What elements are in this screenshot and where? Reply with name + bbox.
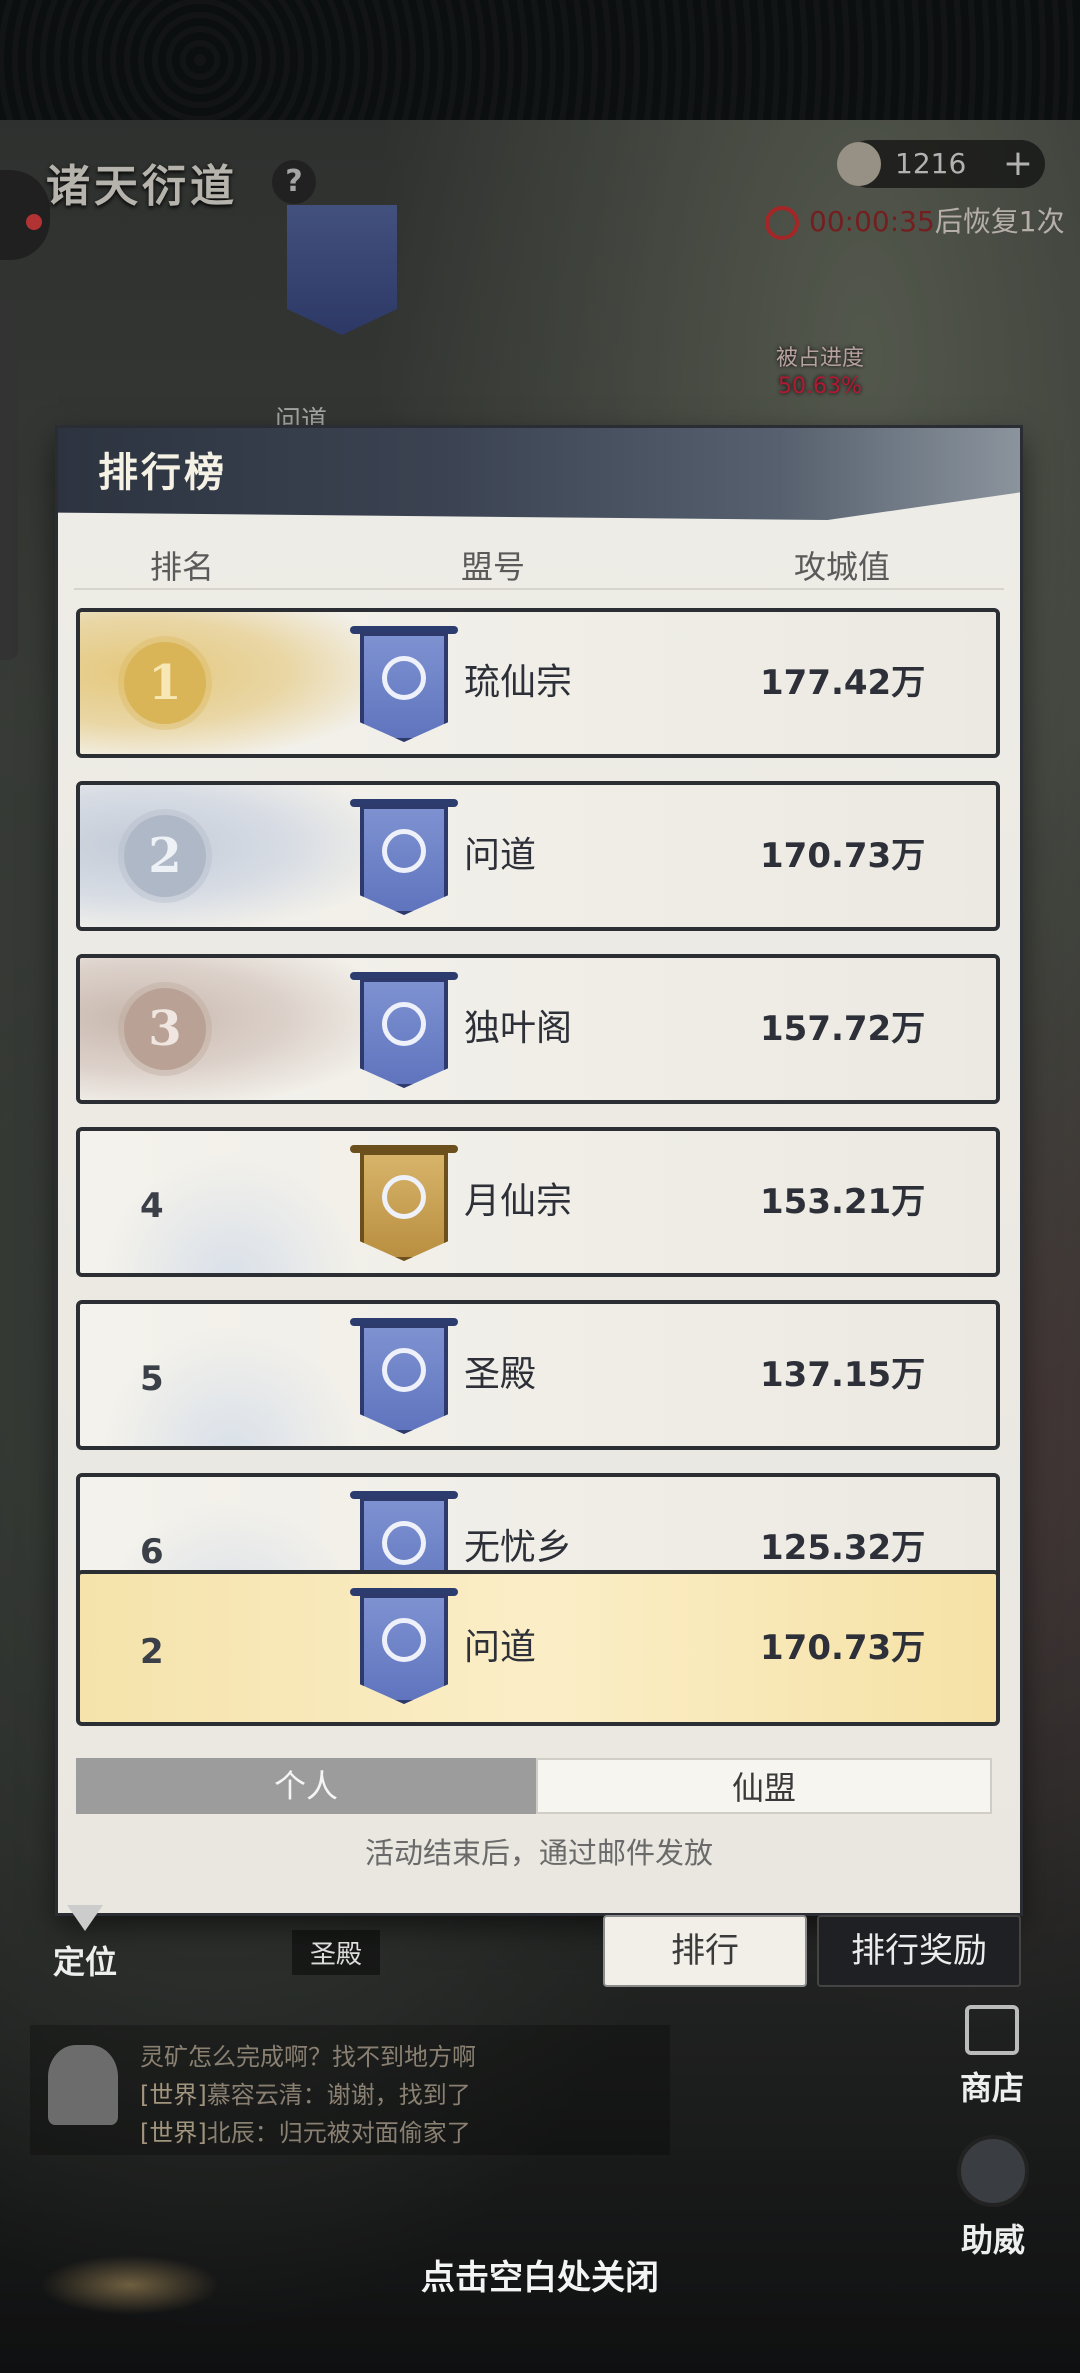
- rank-medal-gold: 1: [124, 642, 206, 724]
- siege-score: 157.72万: [760, 1009, 926, 1049]
- rank-number: 4: [140, 1186, 164, 1226]
- alliance-emblem-icon: [382, 656, 426, 700]
- chat-line: [世界]北辰：归元被对面偷家了: [140, 2119, 471, 2147]
- reward-notice: 活动结束后，通过邮件发放: [364, 1836, 713, 1870]
- alliance-banner-icon: [360, 1594, 448, 1704]
- alliance-banner-icon: [360, 632, 448, 742]
- table-row[interactable]: 2 问道 170.73万: [76, 781, 1000, 931]
- alliance-banner-icon: [360, 1324, 448, 1434]
- row-decor: [80, 1131, 370, 1273]
- ranking-reward-button[interactable]: 排行奖励: [817, 1915, 1021, 1987]
- alliance-name: 问道: [464, 1627, 537, 1668]
- chat-box[interactable]: 灵矿怎么完成啊？找不到地方啊 [世界]慕容云清：谢谢，找到了 [世界]北辰：归元…: [30, 2025, 670, 2155]
- table-row[interactable]: 5 圣殿 137.15万: [76, 1300, 1000, 1450]
- alliance-banner-icon: [360, 805, 448, 915]
- alliance-name: 月仙宗: [464, 1181, 573, 1222]
- alliance-emblem-icon: [382, 1348, 426, 1392]
- alliance-emblem-icon: [382, 1175, 426, 1219]
- ranking-tabs: 个人 仙盟: [76, 1758, 1000, 1814]
- alliance-name: 圣殿: [464, 1354, 537, 1395]
- shop-button[interactable]: 商店: [952, 2005, 1032, 2109]
- rank-medal-bronze: 3: [124, 988, 206, 1070]
- alliance-emblem-icon: [382, 829, 426, 873]
- rank-number: 5: [140, 1359, 164, 1399]
- siege-score: 137.15万: [760, 1355, 926, 1395]
- tab-alliance[interactable]: 仙盟: [536, 1758, 992, 1814]
- location-pin-icon: [67, 1905, 103, 1931]
- ranking-panel: 排行榜 排名 盟号 攻城值 1 琉仙宗 177.42万 2 问道 170.73万…: [58, 428, 1020, 1913]
- chat-avatar-icon: [48, 2045, 118, 2125]
- column-headers: 排名 盟号 攻城值: [74, 534, 1004, 590]
- table-row[interactable]: 3 独叶阁 157.72万: [76, 954, 1000, 1104]
- panel-title: 排行榜: [98, 449, 227, 496]
- alliance-name: 问道: [464, 835, 537, 876]
- chat-line: 灵矿怎么完成啊？找不到地方啊: [140, 2043, 476, 2071]
- header-rank: 排名: [150, 548, 215, 586]
- ranking-button[interactable]: 排行: [603, 1915, 807, 1987]
- alliance-emblem-icon: [382, 1002, 426, 1046]
- alliance-emblem-icon: [382, 1618, 426, 1662]
- alliance-banner-icon: [360, 1151, 448, 1261]
- cheer-button[interactable]: 助威: [950, 2135, 1036, 2261]
- locate-label: 定位: [52, 1943, 117, 1981]
- alliance-name: 独叶阁: [464, 1008, 573, 1049]
- my-alliance-row[interactable]: 2 问道 170.73万: [76, 1570, 1000, 1726]
- close-hint[interactable]: 点击空白处关闭: [0, 2250, 1080, 2299]
- siege-score: 177.42万: [760, 663, 926, 703]
- shop-label: 商店: [959, 2069, 1024, 2107]
- alliance-emblem-icon: [382, 1521, 426, 1565]
- siege-score: 170.73万: [760, 836, 926, 876]
- header-score: 攻城值: [794, 548, 891, 586]
- alliance-banner-icon: [360, 978, 448, 1088]
- siege-score: 170.73万: [760, 1628, 926, 1668]
- cheer-icon: [957, 2135, 1029, 2207]
- table-row[interactable]: 1 琉仙宗 177.42万: [76, 608, 1000, 758]
- header-alliance: 盟号: [461, 548, 526, 586]
- locate-button[interactable]: 定位: [40, 1905, 130, 1983]
- table-row[interactable]: 4 月仙宗 153.21万: [76, 1127, 1000, 1277]
- tab-personal[interactable]: 个人: [76, 1758, 536, 1814]
- shop-icon: [965, 2005, 1019, 2055]
- map-tag-shengdian: 圣殿: [292, 1930, 381, 1975]
- chat-line: [世界]慕容云清：谢谢，找到了: [140, 2081, 471, 2109]
- rank-number: 2: [140, 1632, 164, 1672]
- row-decor: [80, 1304, 370, 1446]
- alliance-name: 琉仙宗: [464, 662, 573, 703]
- siege-score: 153.21万: [760, 1182, 926, 1222]
- rank-medal-silver: 2: [124, 815, 206, 897]
